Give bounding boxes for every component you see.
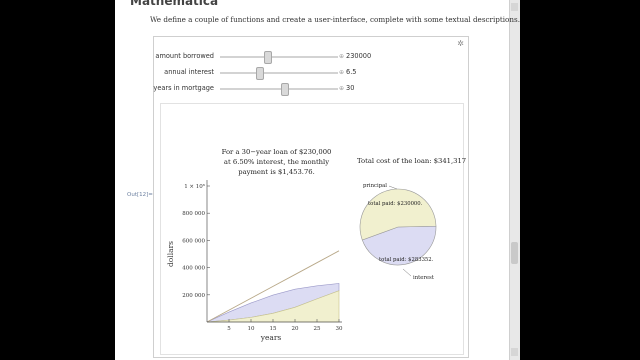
manipulate-panel: ✲ amount borrowed ⊕ 230000 annual intere…	[153, 36, 469, 358]
slider-track[interactable]	[220, 88, 338, 90]
scrollbar-thumb[interactable]	[511, 242, 518, 264]
pie-legend-principal: principal	[363, 183, 387, 189]
slider-value: 230000	[346, 52, 372, 60]
slider-track[interactable]	[220, 56, 338, 58]
options-gear-icon[interactable]: ✲	[457, 39, 464, 48]
slider-label: amount borrowed	[155, 52, 214, 60]
pie-slice-label-principal: total paid: $230000.	[368, 201, 423, 207]
cost-pie-chart: principal interest total paid: $230000. tot…	[359, 183, 437, 281]
slider-track[interactable]	[220, 72, 338, 74]
output-cell-label: Out[12]=	[127, 192, 153, 198]
scroll-up-arrow[interactable]	[511, 3, 518, 11]
expand-plus-icon[interactable]: ⊕	[339, 69, 344, 76]
expand-plus-icon[interactable]: ⊕	[339, 85, 344, 92]
slider-label: annual interest	[164, 68, 214, 76]
slider-knob[interactable]	[264, 51, 273, 64]
slider-knob[interactable]	[255, 67, 264, 80]
slider-amount-borrowed: amount borrowed ⊕ 230000	[154, 51, 468, 64]
slider-label: years in mortgage	[153, 84, 214, 92]
slider-annual-interest: annual interest ⊕ 6.5	[154, 67, 468, 80]
description-text: We define a couple of functions and crea…	[150, 15, 520, 24]
slider-value: 30	[346, 84, 355, 92]
slider-knob[interactable]	[280, 83, 289, 96]
pie-callout-line	[388, 185, 398, 190]
scroll-down-arrow[interactable]	[511, 348, 518, 356]
slider-years-in-mortgage: years in mortgage ⊕ 30	[153, 83, 468, 96]
pie-callout-line	[402, 268, 412, 277]
pie-legend-interest: interest	[413, 275, 435, 281]
slider-value: 6.5	[346, 68, 357, 76]
output-pane: For a 30−year loan of $230,000 at 6.50% …	[160, 103, 466, 355]
section-title: Mathematica	[130, 0, 219, 8]
vertical-scrollbar[interactable]	[509, 0, 520, 360]
expand-plus-icon[interactable]: ⊕	[339, 53, 344, 60]
pie-slice-label-interest: total paid: $283352.	[379, 257, 434, 263]
